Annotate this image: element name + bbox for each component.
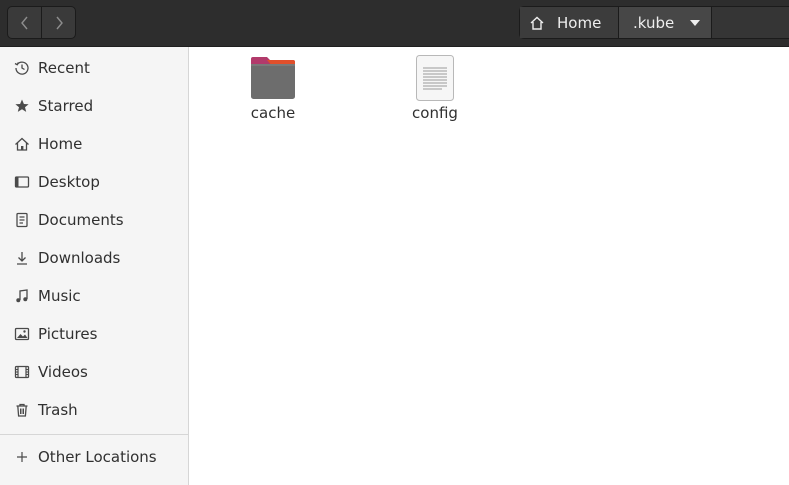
star-icon — [13, 97, 31, 115]
file-view: cache config — [189, 47, 789, 485]
file-manager-window: Home .kube Recent Starred Home Desktop D… — [0, 0, 789, 485]
navigation-buttons — [7, 6, 76, 39]
music-icon — [13, 287, 31, 305]
home-icon — [13, 135, 31, 153]
sidebar-separator — [0, 434, 188, 435]
plus-icon — [13, 448, 31, 466]
picture-icon — [13, 325, 31, 343]
sidebar-item-starred[interactable]: Starred — [0, 87, 188, 125]
sidebar-item-home[interactable]: Home — [0, 125, 188, 163]
sidebar-item-videos[interactable]: Videos — [0, 353, 188, 391]
trash-icon — [13, 401, 31, 419]
folder-item-cache[interactable]: cache — [223, 55, 323, 122]
desktop-icon — [13, 173, 31, 191]
sidebar-item-pictures[interactable]: Pictures — [0, 315, 188, 353]
video-icon — [13, 363, 31, 381]
sidebar-item-desktop[interactable]: Desktop — [0, 163, 188, 201]
chevron-left-icon — [20, 16, 28, 29]
sidebar-item-recent[interactable]: Recent — [0, 49, 188, 87]
file-item-config[interactable]: config — [385, 54, 485, 122]
sidebar: Recent Starred Home Desktop Documents Do… — [0, 47, 189, 485]
sidebar-item-label: Trash — [38, 401, 78, 419]
sidebar-item-label: Downloads — [38, 249, 121, 267]
sidebar-item-label: Other Locations — [38, 448, 157, 466]
sidebar-item-music[interactable]: Music — [0, 277, 188, 315]
sidebar-item-downloads[interactable]: Downloads — [0, 239, 188, 277]
home-icon — [530, 16, 544, 30]
sidebar-item-label: Documents — [38, 211, 124, 229]
file-name: cache — [250, 104, 296, 122]
sidebar-item-trash[interactable]: Trash — [0, 391, 188, 429]
chevron-right-icon — [55, 16, 63, 29]
header-bar: Home .kube — [0, 0, 789, 47]
path-home-label: Home — [557, 13, 602, 32]
path-current-label: .kube — [633, 13, 675, 32]
path-bar: Home .kube — [519, 6, 789, 39]
document-icon — [13, 211, 31, 229]
chevron-down-icon — [690, 19, 701, 26]
sidebar-item-label: Music — [38, 287, 81, 305]
sidebar-item-label: Pictures — [38, 325, 98, 343]
clock-icon — [13, 59, 31, 77]
forward-button[interactable] — [41, 7, 75, 38]
download-icon — [13, 249, 31, 267]
sidebar-item-documents[interactable]: Documents — [0, 201, 188, 239]
path-home-button[interactable]: Home — [520, 7, 619, 38]
path-current-button[interactable]: .kube — [619, 7, 712, 38]
sidebar-item-label: Videos — [38, 363, 88, 381]
folder-icon — [251, 57, 295, 99]
sidebar-item-label: Recent — [38, 59, 90, 77]
sidebar-item-other-locations[interactable]: Other Locations — [0, 438, 188, 476]
back-button[interactable] — [8, 7, 41, 38]
text-file-icon — [416, 55, 454, 101]
file-name: config — [412, 104, 458, 122]
sidebar-item-label: Desktop — [38, 173, 100, 191]
sidebar-item-label: Home — [38, 135, 83, 153]
sidebar-item-label: Starred — [38, 97, 94, 115]
